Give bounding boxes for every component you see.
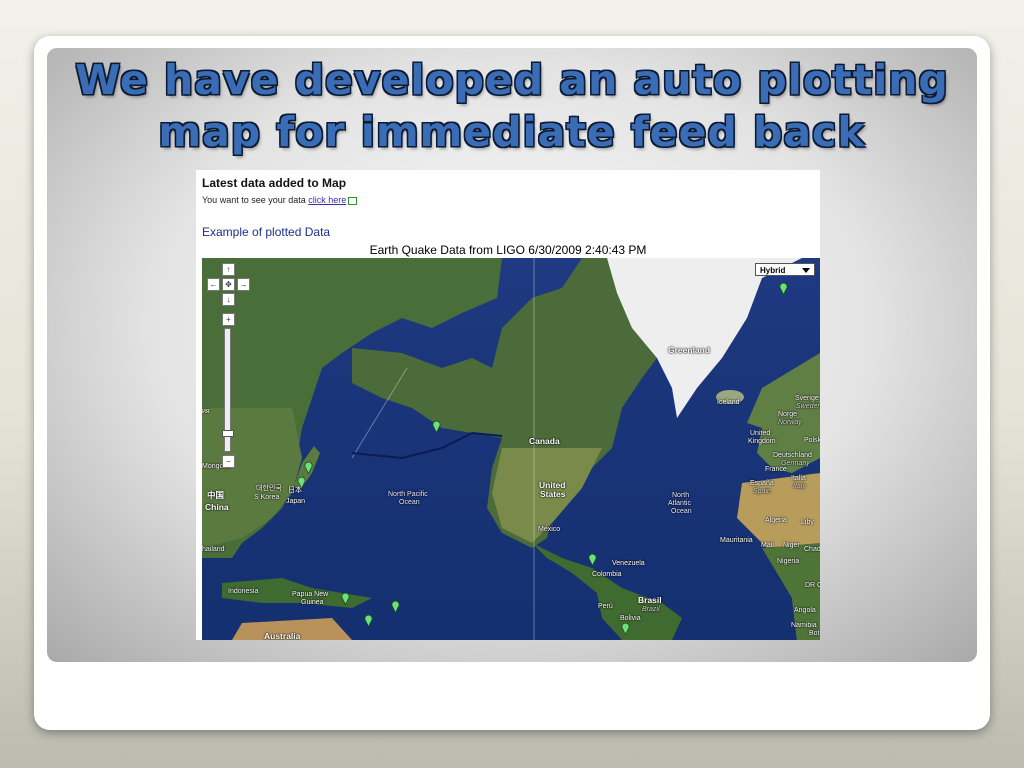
see-data-line: You want to see your data click here (202, 195, 358, 205)
map-label-espana: España (750, 480, 774, 487)
earthquake-marker[interactable] (432, 420, 441, 433)
earthquake-marker[interactable] (779, 282, 788, 295)
map-label-mexico: México (538, 526, 561, 533)
map-label-nigeria: Nigeria (777, 558, 800, 565)
click-here-link[interactable]: click here (308, 195, 346, 205)
slide-title-line-2: map for immediate feed back (158, 108, 866, 156)
map-label-norway: Norway (778, 419, 802, 426)
map-label-drc: DR C (805, 582, 820, 589)
map-type-select[interactable]: Hybrid (755, 263, 815, 276)
map-label-korea: S Korea (254, 494, 280, 501)
map-type-label: Hybrid (760, 266, 786, 275)
webpage-screenshot: Latest data added to Map You want to see… (196, 170, 820, 640)
map-label-uk-2: Kingdom (748, 438, 776, 445)
map-label-png-2: Guinea (301, 599, 324, 606)
map-label-france: France (765, 466, 787, 473)
map-label-chad: Chad (804, 546, 820, 553)
map-label-north-pacific-ocean: Ocean (399, 499, 420, 506)
slide-title: We have developed an auto plotting map f… (47, 54, 977, 158)
map-label-png-1: Papua New (292, 591, 329, 598)
zoom-in-button[interactable]: + (222, 313, 235, 326)
zoom-slider-handle[interactable] (222, 430, 234, 437)
zoom-out-button[interactable]: − (222, 455, 235, 468)
map-label-china-native: 中国 (207, 490, 225, 500)
map-label-japan: Japan (286, 498, 306, 505)
map-label-north-atlantic-1: North (672, 492, 690, 499)
pan-up-button[interactable]: ↑ (222, 263, 235, 276)
map-label-sweden: Sweden (796, 403, 820, 410)
map-label-algeria: Algeria (765, 517, 787, 524)
map-label-italy: Italy (793, 483, 806, 490)
map-label-angola: Angola (794, 607, 816, 614)
map-label-libya: Liby (801, 519, 814, 526)
map-label-greenland: Greenland (668, 345, 711, 355)
map-label-australia: Australia (264, 631, 301, 640)
map-label-norge: Norge (778, 411, 798, 418)
map-title: Earth Quake Data from LIGO 6/30/2009 2:4… (369, 243, 647, 257)
map-label-polska: Polsk (804, 437, 820, 444)
map-label-indonesia: Indonesia (228, 588, 259, 595)
map-label-peru: Perú (598, 603, 613, 610)
map-label-deutschland: Deutschland (773, 452, 812, 459)
map-label-spain: Spain (753, 488, 771, 495)
earthquake-marker[interactable] (588, 553, 597, 566)
see-data-text: You want to see your data (202, 195, 309, 205)
map-label-states: States (540, 489, 566, 499)
map-label-brazil: Brazil (642, 606, 660, 613)
map-label-korea-native: 대한민국 (256, 485, 282, 492)
map-label-sverige: Sverige (795, 395, 819, 402)
earthquake-marker[interactable] (621, 622, 630, 635)
map-label-uk-1: United (750, 430, 771, 437)
pan-left-button[interactable]: ← (207, 278, 220, 291)
map-label-mauritania: Mauritania (720, 537, 753, 544)
map-label-venezuela: Venezuela (612, 560, 645, 567)
map-terrain (202, 258, 820, 640)
map-label-united: United (539, 480, 566, 490)
map-label-namibia: Namibia (791, 622, 817, 629)
chevron-down-icon (802, 268, 810, 273)
map-label-thailand: hailand (202, 546, 225, 553)
earthquake-marker[interactable] (304, 461, 313, 474)
map-label-botswana: Bots (809, 630, 820, 637)
example-heading: Example of plotted Data (202, 225, 331, 239)
map-label-russia: ия (202, 408, 210, 415)
earthquake-marker[interactable] (364, 614, 373, 627)
pan-right-button[interactable]: → (237, 278, 250, 291)
map-label-colombia: Colombia (592, 571, 622, 578)
earthquake-marker[interactable] (341, 592, 350, 605)
pan-down-button[interactable]: ↓ (222, 293, 235, 306)
map-label-north-atlantic-3: Ocean (671, 508, 692, 515)
earthquake-marker[interactable] (391, 600, 400, 613)
map-label-china: China (205, 502, 229, 512)
map-label-canada: Canada (529, 436, 560, 446)
map-label-iceland: Iceland (717, 399, 740, 406)
map-label-north-atlantic-2: Atlantic (668, 500, 691, 507)
map-label-italia: Italia (791, 475, 806, 482)
map-label-brasil: Brasil (638, 595, 662, 605)
map-label-niger: Niger (783, 542, 800, 549)
earthquake-marker[interactable] (297, 476, 306, 489)
latest-data-heading: Latest data added to Map (202, 176, 347, 190)
pan-center-button[interactable]: ✥ (222, 278, 235, 291)
external-link-icon (348, 196, 358, 205)
slide-title-line-1: We have developed an auto plotting (75, 56, 949, 104)
map-label-north-pacific: North Pacific (388, 491, 428, 498)
earthquake-map[interactable]: Greenland Iceland Canada United States M… (202, 258, 820, 640)
map-label-mali: Mali (761, 542, 774, 549)
